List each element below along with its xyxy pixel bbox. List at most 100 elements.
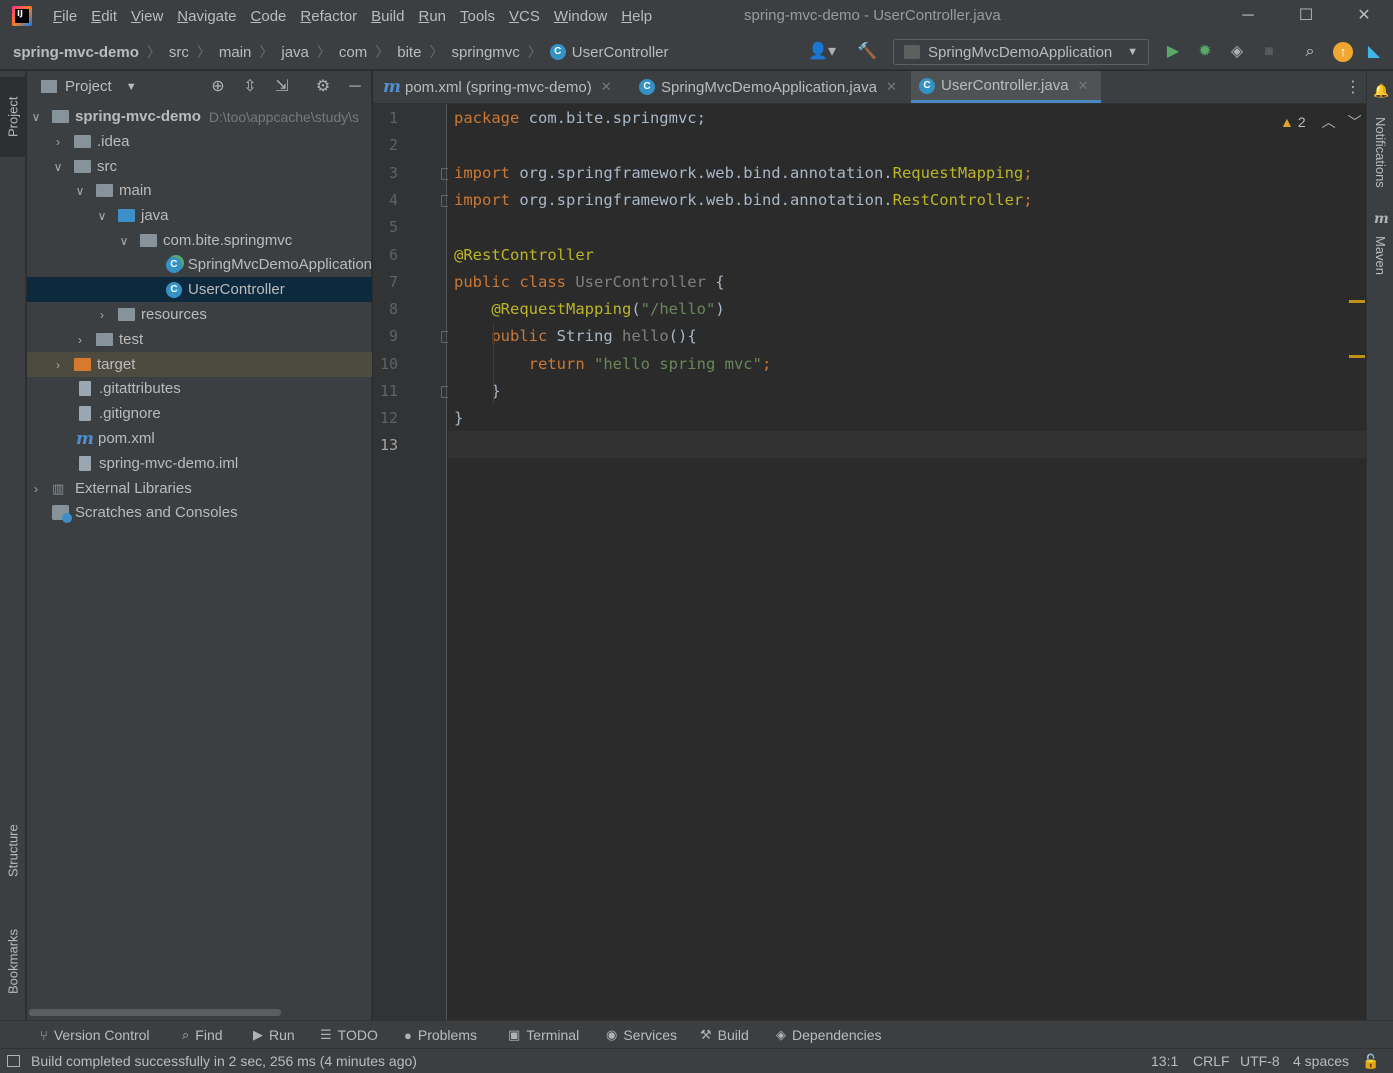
- tree-item-scratches[interactable]: Scratches and Consoles: [27, 500, 372, 525]
- coverage-icon[interactable]: ◈: [1227, 42, 1247, 62]
- tree-item-label: spring-mvc-demo: [75, 108, 201, 125]
- tab-pom-xml[interactable]: m pom.xml (spring-mvc-demo) ✕: [375, 71, 620, 103]
- tree-item-label: src: [97, 158, 117, 175]
- collapse-all-icon[interactable]: ⇲: [272, 77, 292, 97]
- tool-services[interactable]: ◉ Services: [606, 1021, 677, 1049]
- expand-all-icon[interactable]: ⇳: [240, 77, 260, 97]
- chevron-right-icon: ›: [56, 357, 60, 372]
- file-encoding[interactable]: UTF-8: [1240, 1053, 1280, 1069]
- tool-dependencies[interactable]: ◈ Dependencies: [776, 1021, 882, 1049]
- breadcrumb-main[interactable]: main: [219, 44, 252, 61]
- tree-item-springmvcdemoapplication[interactable]: C SpringMvcDemoApplication: [27, 252, 372, 277]
- tool-todo[interactable]: ☰ TODO: [320, 1021, 378, 1049]
- editor-tab-bar: m pom.xml (spring-mvc-demo) ✕ C SpringMv…: [373, 71, 1366, 104]
- run-icon[interactable]: ▶: [1163, 42, 1183, 62]
- menu-refactor[interactable]: Refactor: [293, 0, 364, 34]
- tab-bookmarks[interactable]: Bookmarks: [0, 911, 26, 1011]
- close-icon[interactable]: ✕: [601, 79, 612, 95]
- tree-item-gitignore[interactable]: .gitignore: [27, 401, 372, 426]
- line-separator[interactable]: CRLF: [1193, 1053, 1230, 1069]
- breadcrumb-bite[interactable]: bite: [397, 44, 421, 61]
- gear-icon[interactable]: ⚙: [313, 77, 333, 97]
- breadcrumb-java[interactable]: java: [281, 44, 309, 61]
- status-message[interactable]: Build completed successfully in 2 sec, 2…: [31, 1053, 417, 1069]
- tool-terminal[interactable]: ▣ Terminal: [508, 1021, 579, 1049]
- tree-item-resources[interactable]: › resources: [27, 302, 372, 327]
- tab-label: UserController.java: [941, 77, 1069, 94]
- inspection-widget[interactable]: ▲ 2 ︿ ﹀: [1280, 112, 1362, 132]
- breadcrumb-usercontroller[interactable]: UserController: [572, 44, 669, 61]
- stop-icon[interactable]: ■: [1259, 42, 1279, 62]
- tool-build[interactable]: ⚒ Build: [700, 1021, 749, 1049]
- tree-item-src[interactable]: ∨ src: [27, 154, 372, 179]
- menu-window[interactable]: Window: [547, 0, 614, 34]
- menu-navigate[interactable]: Navigate: [170, 0, 243, 34]
- menu-file[interactable]: File: [46, 0, 84, 34]
- menu-tools[interactable]: Tools: [453, 0, 502, 34]
- tree-item-iml[interactable]: spring-mvc-demo.iml: [27, 451, 372, 476]
- caret-position[interactable]: 13:1: [1151, 1053, 1178, 1069]
- chevron-up-icon[interactable]: ︿: [1322, 112, 1336, 132]
- update-icon[interactable]: ↑: [1333, 42, 1353, 62]
- tab-usercontroller[interactable]: C UserController.java ✕: [911, 71, 1101, 103]
- tab-structure[interactable]: Structure: [0, 806, 26, 896]
- breadcrumb-com[interactable]: com: [339, 44, 367, 61]
- menu-view[interactable]: View: [124, 0, 170, 34]
- menu-code[interactable]: Code: [244, 0, 294, 34]
- hide-panel-icon[interactable]: ─: [345, 77, 365, 97]
- menu-run[interactable]: Run: [411, 0, 453, 34]
- chevron-down-icon[interactable]: ﹀: [1348, 112, 1362, 132]
- menu-bar: File Edit View Navigate Code Refactor Bu…: [46, 0, 659, 34]
- tree-item-package[interactable]: ∨ com.bite.springmvc: [27, 228, 372, 253]
- tool-find[interactable]: ⌕ Find: [182, 1021, 223, 1049]
- horizontal-scrollbar[interactable]: [29, 1009, 281, 1016]
- tool-run[interactable]: ▶ Run: [253, 1021, 295, 1049]
- tab-springmvcdemoapplication[interactable]: C SpringMvcDemoApplication.java ✕: [631, 71, 905, 103]
- close-icon[interactable]: ✕: [1078, 78, 1089, 94]
- lock-icon[interactable]: 🔓: [1362, 1053, 1379, 1070]
- menu-help[interactable]: Help: [614, 0, 659, 34]
- code-editor[interactable]: package com.bite.springmvc; import org.s…: [448, 104, 1366, 1020]
- user-account-icon[interactable]: 👤▾: [806, 42, 838, 62]
- tab-maven[interactable]: Maven: [1367, 231, 1393, 281]
- tool-problems[interactable]: ● Problems: [404, 1021, 477, 1049]
- breadcrumb-springmvc[interactable]: springmvc: [451, 44, 519, 61]
- close-window-button[interactable]: ✕: [1335, 0, 1393, 34]
- tree-item-idea[interactable]: › .idea: [27, 129, 372, 154]
- menu-build[interactable]: Build: [364, 0, 411, 34]
- more-tabs-icon[interactable]: ⋮: [1345, 77, 1361, 97]
- intellij-logo-icon[interactable]: IJ: [12, 6, 32, 26]
- minimize-button[interactable]: ─: [1219, 0, 1277, 34]
- tree-item-external-libraries[interactable]: › ▥ External Libraries: [27, 476, 372, 501]
- tree-item-pom-xml[interactable]: m pom.xml: [27, 426, 372, 451]
- indent-setting[interactable]: 4 spaces: [1293, 1053, 1349, 1069]
- tree-item-target[interactable]: › target: [27, 352, 372, 377]
- tree-item-spring-mvc-demo[interactable]: ∨ spring-mvc-demo D:\too\appcache\study\…: [27, 104, 372, 129]
- close-icon[interactable]: ✕: [886, 79, 897, 95]
- run-configuration-select[interactable]: SpringMvcDemoApplication ▼: [893, 39, 1149, 65]
- tree-item-java[interactable]: ∨ java: [27, 203, 372, 228]
- app-config-icon: [904, 45, 920, 59]
- warning-stripe-marker[interactable]: [1349, 300, 1365, 303]
- project-view-selector[interactable]: Project ▼: [41, 78, 137, 95]
- tree-item-usercontroller[interactable]: C UserController: [27, 277, 372, 302]
- tree-item-test[interactable]: › test: [27, 327, 372, 352]
- tab-notifications[interactable]: Notifications: [1367, 105, 1393, 200]
- warning-stripe-marker[interactable]: [1349, 355, 1365, 358]
- build-hammer-icon[interactable]: 🔨: [857, 42, 877, 62]
- maximize-button[interactable]: ☐: [1277, 0, 1335, 34]
- tree-item-gitattributes[interactable]: .gitattributes: [27, 376, 372, 401]
- select-opened-file-icon[interactable]: ⊕: [208, 77, 228, 97]
- search-icon[interactable]: ⌕: [1300, 42, 1320, 62]
- project-panel-header: Project ▼ ⊕ ⇳ ⇲ ⚙ ─: [27, 71, 372, 104]
- breadcrumb-src[interactable]: src: [169, 44, 189, 61]
- menu-vcs[interactable]: VCS: [502, 0, 547, 34]
- tab-project[interactable]: Project: [0, 77, 26, 157]
- toggle-tool-windows-icon[interactable]: [7, 1055, 20, 1067]
- code-with-me-icon[interactable]: ◣: [1364, 42, 1384, 62]
- menu-edit[interactable]: Edit: [84, 0, 124, 34]
- debug-icon[interactable]: ✹: [1195, 42, 1215, 62]
- tool-version-control[interactable]: ⑂ Version Control: [40, 1021, 150, 1049]
- breadcrumb-project[interactable]: spring-mvc-demo: [13, 44, 139, 61]
- tree-item-main[interactable]: ∨ main: [27, 178, 372, 203]
